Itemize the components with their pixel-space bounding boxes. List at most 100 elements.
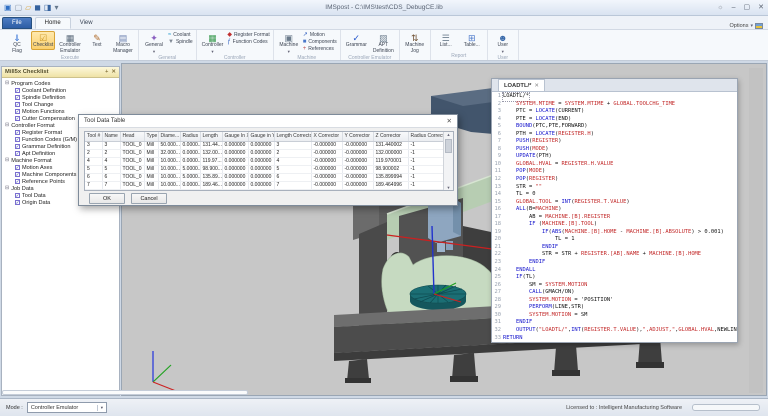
check-icon: ✓ <box>15 109 20 114</box>
tree-item-label: Machine Components <box>22 172 76 178</box>
ribbon-button-label: APT Definition <box>373 43 394 54</box>
code-line: 30 SYSTEM.MOTION = SM <box>492 312 737 320</box>
tree-collapse-icon[interactable]: ⊟ <box>5 123 9 128</box>
code-text: STR = "" <box>503 184 542 192</box>
close-icon[interactable]: ✕ <box>111 69 116 75</box>
ribbon-button-components[interactable]: ■Components <box>303 39 337 45</box>
dialog-title-bar: Tool Data Table ✕ <box>79 115 457 128</box>
ribbon-button-controller-emulator[interactable]: ▦Controller Emulator <box>57 31 83 55</box>
line-number: 3 <box>492 108 503 116</box>
code-line: 23 ENDIF <box>492 259 737 267</box>
ribbon-button-controller[interactable]: ▦Controller▾ <box>200 31 226 55</box>
tree-item-spindle-definition[interactable]: ✓Spindle Definition <box>2 94 119 101</box>
table-cell: 0.000000 <box>248 181 274 189</box>
new-document-icon[interactable]: ▢ <box>15 4 23 12</box>
ribbon-button-label: Function Codes <box>233 39 268 45</box>
ribbon-button-qc-flag[interactable]: ⇓QC Flag <box>5 31 29 55</box>
ribbon-button-label: Grammar <box>346 43 367 49</box>
tab-file[interactable]: File <box>2 17 32 29</box>
app-icon[interactable]: ▣ <box>4 4 12 12</box>
ribbon-button-function-codes[interactable]: ƒFunction Codes <box>227 39 269 45</box>
ribbon-button-motion[interactable]: ↗Motion <box>303 32 337 38</box>
tab-home[interactable]: Home <box>35 17 71 29</box>
dialog-close-icon[interactable]: ✕ <box>447 117 452 125</box>
ribbon-button-spindle[interactable]: ▼Spindle <box>168 39 193 45</box>
minimize-icon[interactable]: – <box>732 4 736 11</box>
ribbon-button-list[interactable]: ☰List... <box>434 31 458 50</box>
table-cell: -0.000000 <box>342 181 373 189</box>
ribbon-button-user[interactable]: ☻User▾ <box>491 31 515 55</box>
table-cell: 132.00... <box>200 149 222 157</box>
save-report-icon[interactable]: ◨ <box>44 4 52 12</box>
code-text: TL = 1 <box>503 236 574 244</box>
table-scrollbar[interactable]: ▲ ▼ <box>443 132 453 190</box>
tree-group-program-codes[interactable]: ⊟Program Codes <box>2 80 119 87</box>
ribbon-button-grammar[interactable]: ✓Grammar <box>344 31 369 50</box>
pin-icon[interactable]: + <box>105 69 108 75</box>
table-cell: TOOL_0 <box>120 141 144 149</box>
scroll-down-icon[interactable]: ▼ <box>447 185 451 190</box>
code-text: IF(TL) <box>503 274 535 282</box>
table-row[interactable]: 77TOOL_0Mill10.000...0.0000...189.46...0… <box>85 181 444 189</box>
ribbon-button-coolant[interactable]: ≈Coolant <box>168 32 193 38</box>
code-line: 7 PUSH(REGISTER) <box>492 138 737 146</box>
ok-button[interactable]: OK <box>89 193 125 204</box>
line-number: 8 <box>492 146 503 154</box>
code-text: SYSTEM.MOTION = SM <box>503 312 587 320</box>
table-cell: 189.46... <box>200 181 222 189</box>
options-menu[interactable]: Options ▾ <box>730 23 768 29</box>
ribbon-button-general[interactable]: ✦General▾ <box>142 31 166 55</box>
maximize-icon[interactable]: ▢ <box>744 4 751 11</box>
title-bar: ▣▢▱◼◨▾ IMSpost - C:\IMS\test\CDS_DebugCE… <box>0 0 768 16</box>
tree-item-tool-change[interactable]: ✓Tool Change <box>2 101 119 108</box>
scrollbar-thumb[interactable] <box>445 139 452 153</box>
code-text: LOADTL/* <box>503 93 529 101</box>
table-row[interactable]: 55TOOL_0Mill10.000...5.0000...98.900...0… <box>85 165 444 173</box>
table-row[interactable]: 22TOOL_0Mill32.000...0.0000...132.00...0… <box>85 149 444 157</box>
line-number: 5 <box>492 123 503 131</box>
ribbon-button-label: Spindle <box>176 39 193 45</box>
table-row[interactable]: 33TOOL_0Mill50.000...0.0000...131.44...0… <box>85 141 444 149</box>
ribbon-button-register-format[interactable]: ◆Register Format <box>227 32 269 38</box>
ribbon-button-text[interactable]: ✎Text <box>85 31 109 50</box>
code-text: PUSH(MODE) <box>503 146 548 154</box>
components-icon: ■ <box>303 39 307 45</box>
open-folder-icon[interactable]: ▱ <box>25 4 31 12</box>
ribbon-button-label: Coolant <box>173 32 190 38</box>
more-dropdown-icon[interactable]: ▾ <box>54 4 58 12</box>
code-text: PTH = LOCATE(REGISTER.H) <box>503 131 594 139</box>
machine-viewport[interactable]: LOADTL/* ✕ 1LOADTL/*2 SYSTEM.MTIME = SYS… <box>121 63 767 396</box>
close-icon[interactable]: ✕ <box>758 4 764 11</box>
table-row[interactable]: 44TOOL_0Mill10.000...0.0000...119.97...0… <box>85 157 444 165</box>
register-format-icon: ◆ <box>227 32 232 38</box>
tree-item-coolant-definition[interactable]: ✓Coolant Definition <box>2 87 119 94</box>
table-cell: Mill <box>144 165 158 173</box>
scroll-up-icon[interactable]: ▲ <box>447 132 451 137</box>
tab-view[interactable]: View <box>71 17 102 29</box>
window-controls: ☼ – ▢ ✕ <box>717 4 764 11</box>
ribbon-button-references[interactable]: +References <box>303 46 337 52</box>
ribbon-button-apt-definition[interactable]: ▨APT Definition <box>371 31 396 55</box>
code-editor-body[interactable]: 1LOADTL/*2 SYSTEM.MTIME = SYSTEM.MTIME +… <box>492 92 737 342</box>
ribbon-button-checklist[interactable]: ☑Checklist <box>31 31 55 50</box>
line-number: 2 <box>492 101 503 109</box>
tree-collapse-icon[interactable]: ⊟ <box>5 158 9 163</box>
tab-loadtl[interactable]: LOADTL/* ✕ <box>498 79 545 91</box>
code-line: 14 TL = 0 <box>492 191 737 199</box>
ribbon-button-table[interactable]: ⊞Table... <box>460 31 484 50</box>
table-row[interactable]: 66TOOL_0Mill10.000...5.0000...135.89...0… <box>85 173 444 181</box>
references-icon: + <box>303 46 307 52</box>
ribbon-button-machine[interactable]: ▣Machine▾ <box>277 31 301 55</box>
mode-combobox[interactable]: Controller Emulator ▾ <box>27 402 107 413</box>
code-line: 6 PTH = LOCATE(REGISTER.H) <box>492 131 737 139</box>
tree-collapse-icon[interactable]: ⊟ <box>5 81 9 86</box>
save-icon[interactable]: ◼ <box>34 4 41 12</box>
code-text: CALL(GMACH/ON) <box>503 289 574 297</box>
help-bulb-icon[interactable]: ☼ <box>717 4 723 11</box>
tab-close-icon[interactable]: ✕ <box>534 83 539 89</box>
cancel-button[interactable]: Cancel <box>131 193 167 204</box>
table-cell: 10.000... <box>158 165 180 173</box>
tree-collapse-icon[interactable]: ⊟ <box>5 186 9 191</box>
ribbon-button-macro-manager[interactable]: ▤Macro Manager <box>111 31 135 55</box>
ribbon-button-machine-jog[interactable]: ⇅Machine Jog <box>403 31 427 55</box>
